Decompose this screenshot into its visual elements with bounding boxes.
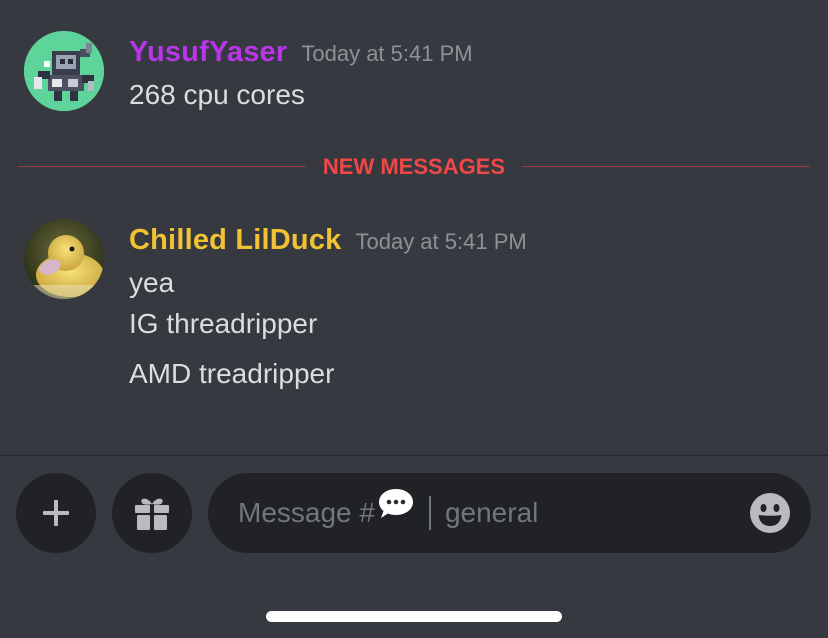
composer-divider (0, 455, 828, 456)
plus-icon (43, 500, 69, 526)
duckling-avatar-icon (24, 219, 104, 299)
chat-screen: YusufYaser Today at 5:41 PM 268 cpu cores… (0, 0, 828, 638)
add-attachment-button[interactable] (16, 473, 96, 553)
message-group: YusufYaser Today at 5:41 PM 268 cpu cores (0, 0, 828, 130)
new-messages-divider: NEW MESSAGES (18, 152, 810, 182)
timestamp: Today at 5:41 PM (355, 229, 527, 254)
home-indicator[interactable] (266, 611, 562, 622)
message-list[interactable]: YusufYaser Today at 5:41 PM 268 cpu cores… (0, 0, 828, 455)
message-text: 268 cpu cores (129, 79, 305, 110)
emoji-picker-button[interactable] (749, 492, 791, 534)
message-header: Chilled LilDuck Today at 5:41 PM (129, 224, 527, 257)
smiley-icon (750, 493, 790, 533)
user-avatar-chilled-lilduck[interactable] (24, 219, 104, 299)
channel-separator (428, 495, 431, 530)
message-text: yea (129, 267, 175, 298)
speech-bubble-icon (377, 472, 415, 552)
message-text: AMD treadripper (129, 358, 335, 389)
username[interactable]: Chilled LilDuck (129, 224, 341, 256)
placeholder-prefix: Message # (238, 497, 375, 528)
gift-icon (135, 498, 169, 530)
message-input[interactable]: Message # general (208, 473, 811, 553)
new-messages-label: NEW MESSAGES (322, 154, 506, 179)
message-header: YusufYaser Today at 5:41 PM (129, 36, 473, 69)
gift-nitro-button[interactable] (112, 473, 192, 553)
message-group: Chilled LilDuck Today at 5:41 PM yea IG t… (0, 200, 828, 400)
user-avatar-yusufyaser[interactable] (24, 31, 104, 111)
channel-name: general (444, 497, 539, 528)
message-input-placeholder: Message # general (238, 473, 538, 553)
pixel-robot-avatar-icon (24, 31, 104, 111)
username[interactable]: YusufYaser (129, 36, 287, 68)
message-text: IG threadripper (129, 308, 318, 339)
timestamp: Today at 5:41 PM (301, 41, 473, 66)
